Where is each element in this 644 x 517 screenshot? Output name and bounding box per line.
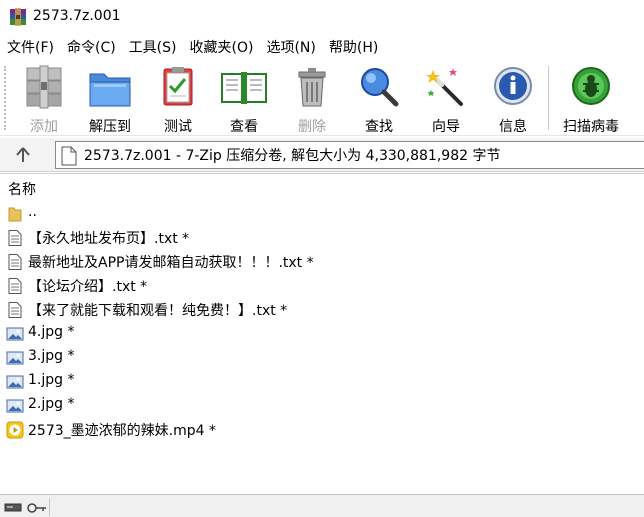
column-header-name[interactable]: 名称 <box>8 179 36 199</box>
menu-bar: 文件(F) 命令(C) 工具(S) 收藏夹(O) 选项(N) 帮助(H) <box>0 36 644 60</box>
book-view-icon <box>221 72 267 104</box>
delete-button[interactable]: 删除 <box>282 64 342 135</box>
list-item[interactable]: 最新地址及APP请发邮箱自动获取！！！.txt * <box>0 250 644 274</box>
menu-commands[interactable]: 命令(C) <box>60 36 122 60</box>
menu-options[interactable]: 选项(N) <box>259 36 321 60</box>
magnifier-icon <box>361 68 399 107</box>
image-file-icon <box>6 327 24 341</box>
file-name: 4.jpg * <box>28 324 75 340</box>
drive-key-icon <box>4 503 46 513</box>
delete-label: 删除 <box>298 119 326 135</box>
info-label: 信息 <box>499 119 527 135</box>
file-name: 3.jpg * <box>28 348 75 364</box>
file-name: 1.jpg * <box>28 372 75 388</box>
file-name: .. <box>28 204 37 220</box>
trash-can-icon <box>298 68 326 107</box>
add-button[interactable]: 添加 <box>14 64 74 135</box>
list-item[interactable]: 2573_墨迹浓郁的辣妹.mp4 * <box>0 418 644 442</box>
clipboard-check-icon <box>163 67 193 106</box>
status-bar <box>0 494 644 517</box>
window-title: 2573.7z.001 <box>33 8 121 24</box>
menu-file[interactable]: 文件(F) <box>0 36 60 60</box>
list-item[interactable]: 3.jpg * <box>0 346 644 370</box>
info-button[interactable]: 信息 <box>483 64 543 135</box>
extract-to-label: 解压到 <box>89 119 131 135</box>
find-label: 查找 <box>365 119 393 135</box>
menu-favorites[interactable]: 收藏夹(O) <box>183 36 260 60</box>
file-name: 【永久地址发布页】.txt * <box>28 231 190 247</box>
extract-to-button[interactable]: 解压到 <box>80 64 140 135</box>
text-file-icon <box>8 278 22 294</box>
video-file-icon <box>6 421 24 439</box>
image-file-icon <box>6 351 24 365</box>
folder-icon <box>8 207 22 222</box>
view-label: 查看 <box>230 119 258 135</box>
document-icon <box>61 146 77 166</box>
info-icon <box>494 67 532 105</box>
list-item[interactable]: 4.jpg * <box>0 322 644 346</box>
scan-virus-button[interactable]: 扫描病毒 <box>556 64 626 135</box>
folder-extract-icon <box>89 73 131 107</box>
menu-tools[interactable]: 工具(S) <box>122 36 183 60</box>
text-file-icon <box>8 302 22 318</box>
address-text: 2573.7z.001 - 7-Zip 压缩分卷, 解包大小为 4,330,88… <box>84 148 501 164</box>
view-button[interactable]: 查看 <box>214 64 274 135</box>
bug-scan-icon <box>572 67 610 105</box>
address-bar: 2573.7z.001 - 7-Zip 压缩分卷, 解包大小为 4,330,88… <box>0 138 644 172</box>
file-name: 2573_墨迹浓郁的辣妹.mp4 * <box>28 423 216 439</box>
list-item[interactable]: 【论坛介绍】.txt * <box>0 274 644 298</box>
menu-help[interactable]: 帮助(H) <box>322 36 384 60</box>
image-file-icon <box>6 399 24 413</box>
image-file-icon <box>6 375 24 389</box>
add-label: 添加 <box>30 119 58 135</box>
title-bar: 2573.7z.001 <box>0 0 644 34</box>
status-indicator-cell <box>2 498 50 516</box>
wizard-button[interactable]: 向导 <box>416 64 476 135</box>
add-archive-icon <box>26 65 62 109</box>
test-label: 测试 <box>164 119 192 135</box>
text-file-icon <box>8 230 22 246</box>
address-field[interactable]: 2573.7z.001 - 7-Zip 压缩分卷, 解包大小为 4,330,88… <box>55 141 644 169</box>
list-item[interactable]: 【来了就能下载和观看！纯免费！】.txt * <box>0 298 644 322</box>
file-name: 【论坛介绍】.txt * <box>28 279 148 295</box>
list-item[interactable]: 2.jpg * <box>0 394 644 418</box>
winrar-app-icon <box>10 8 26 26</box>
file-name: 最新地址及APP请发邮箱自动获取！！！.txt * <box>28 255 314 271</box>
test-button[interactable]: 测试 <box>148 64 208 135</box>
list-item[interactable]: 【永久地址发布页】.txt * <box>0 226 644 250</box>
list-item[interactable]: .. <box>0 202 644 226</box>
up-folder-button[interactable] <box>10 143 36 167</box>
scan-virus-label: 扫描病毒 <box>563 119 619 135</box>
toolbar-grip[interactable] <box>4 66 7 130</box>
wizard-label: 向导 <box>432 119 460 135</box>
find-button[interactable]: 查找 <box>349 64 409 135</box>
toolbar-separator <box>548 66 549 130</box>
arrow-up-icon <box>16 147 30 162</box>
text-file-icon <box>8 254 22 270</box>
file-name: 【来了就能下载和观看！纯免费！】.txt * <box>28 303 288 319</box>
file-name: 2.jpg * <box>28 396 75 412</box>
magic-wand-icon <box>426 68 463 106</box>
file-list: 名称 .. 【永久地址发布页】.txt * 最新地址及APP请发邮箱自动获取！！… <box>0 173 644 493</box>
list-item[interactable]: 1.jpg * <box>0 370 644 394</box>
